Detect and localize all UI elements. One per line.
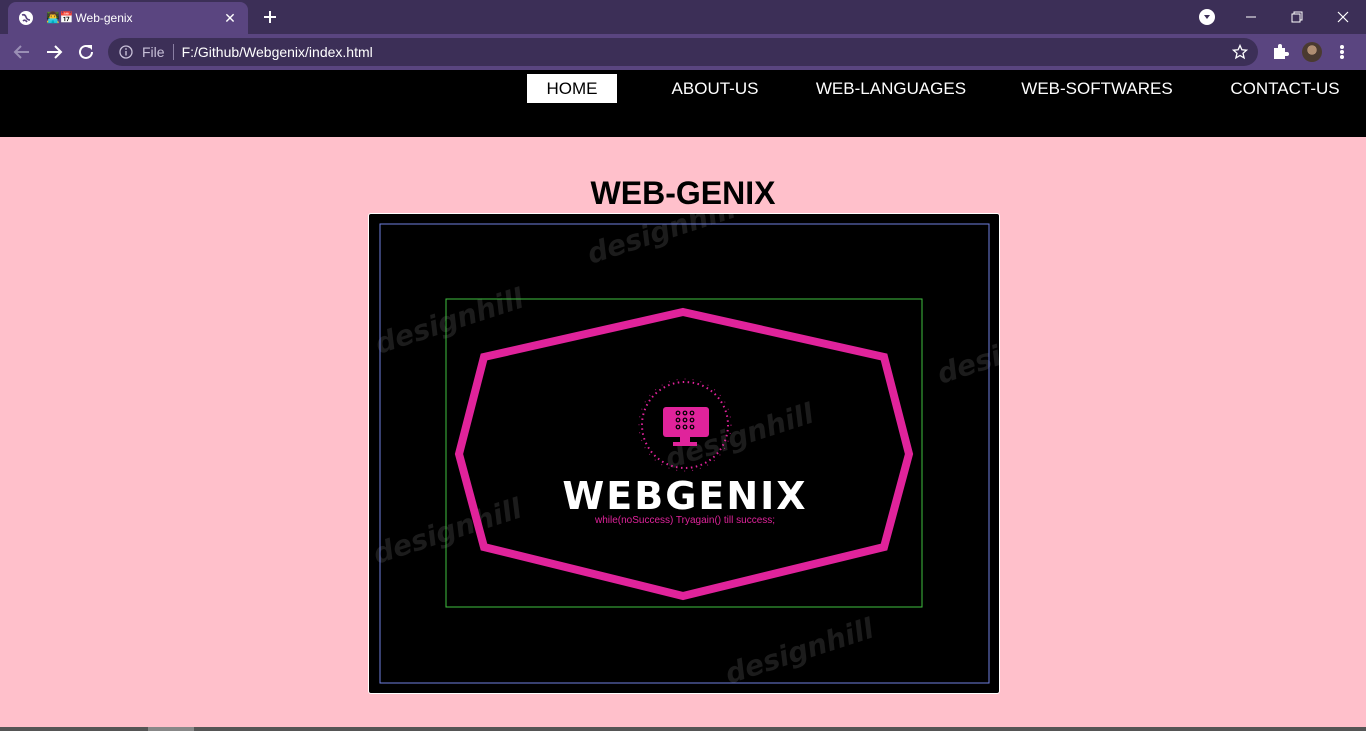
forward-button[interactable]	[42, 40, 66, 64]
watermark-text: designhill	[721, 612, 878, 691]
tab-favicon-emoji: 👨‍💻📅	[46, 11, 74, 24]
bookmark-star-icon[interactable]	[1231, 43, 1249, 60]
browser-toolbar: File F:/Github/Webgenix/index.html	[0, 34, 1366, 70]
site-info-icon[interactable]	[118, 44, 134, 60]
reload-button[interactable]	[74, 40, 98, 64]
site-nav: HOME ABOUT-US WEB-LANGUAGES WEB-SOFTWARE…	[0, 70, 1366, 137]
address-bar[interactable]: File F:/Github/Webgenix/index.html	[108, 38, 1258, 66]
logo-banner: designhill designhill designhill designh…	[368, 213, 1000, 694]
url-text[interactable]: F:/Github/Webgenix/index.html	[182, 44, 373, 60]
brand-wordmark: WEBGENIX	[562, 474, 807, 518]
close-window-button[interactable]	[1320, 0, 1366, 34]
scrollbar-thumb[interactable]	[148, 727, 194, 731]
watermark-text: designhill	[583, 214, 740, 271]
nav-contact-us[interactable]: CONTACT-US	[1220, 74, 1350, 103]
url-scheme: File	[142, 44, 165, 60]
nav-about-us[interactable]: ABOUT-US	[660, 74, 770, 103]
new-tab-button[interactable]	[260, 7, 280, 27]
tab-title: Web-genix	[75, 11, 133, 25]
restore-button[interactable]	[1274, 0, 1320, 34]
browser-tab[interactable]: 👨‍💻📅 Web-genix ✕	[8, 2, 248, 34]
horizontal-scrollbar[interactable]	[0, 727, 1366, 731]
nav-web-softwares[interactable]: WEB-SOFTWARES	[1012, 74, 1182, 103]
back-button[interactable]	[10, 40, 34, 64]
nav-home[interactable]: HOME	[527, 74, 617, 103]
brand-tagline: while(noSuccess) Tryagain() till success…	[594, 515, 775, 526]
globe-icon	[18, 10, 34, 26]
webgenix-logo-art: designhill designhill designhill designh…	[369, 214, 1000, 691]
watermark-text: designhill	[933, 312, 1000, 391]
address-divider	[172, 44, 174, 60]
nav-web-languages[interactable]: WEB-LANGUAGES	[806, 74, 976, 103]
minimize-button[interactable]	[1228, 0, 1274, 34]
page-title: WEB-GENIX	[590, 175, 776, 211]
close-tab-icon[interactable]: ✕	[222, 10, 238, 27]
tab-search-icon[interactable]	[1199, 9, 1215, 25]
browser-menu-icon[interactable]	[1334, 42, 1350, 62]
profile-avatar[interactable]	[1302, 42, 1322, 62]
watermark-text: designhill	[369, 492, 526, 571]
browser-tab-strip: 👨‍💻📅 Web-genix ✕	[0, 0, 1366, 34]
extensions-puzzle-icon[interactable]	[1270, 42, 1290, 62]
